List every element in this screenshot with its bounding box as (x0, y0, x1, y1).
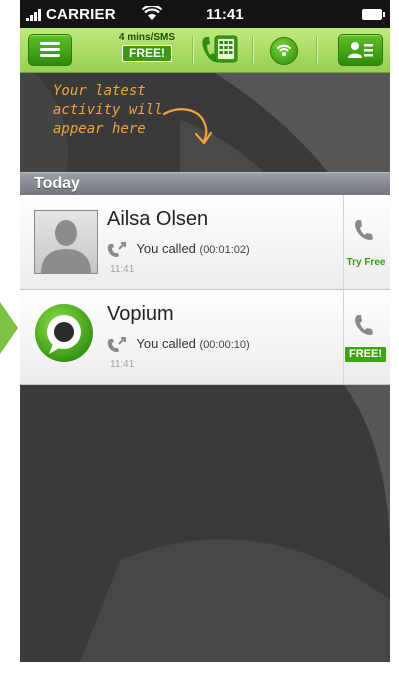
call-log-row[interactable]: Vopium You called (00:00:10) 11:41 FREE! (20, 290, 390, 385)
call-button[interactable] (352, 312, 378, 338)
promo-text: 4 mins/SMS (118, 32, 176, 43)
wifi-signal-icon (276, 44, 292, 56)
call-time: 11:41 (110, 359, 135, 370)
nav-divider (192, 36, 194, 64)
call-direction-text: You called (136, 241, 196, 256)
vopium-logo-icon (35, 304, 93, 362)
status-bar: CARRIER 11:41 (20, 0, 390, 28)
avatar (34, 210, 98, 274)
side-pointer-arrow (0, 302, 18, 354)
call-duration: (00:00:10) (199, 339, 250, 351)
section-header-today: Today (20, 172, 390, 197)
dialpad-button[interactable] (200, 32, 240, 68)
call-log-row[interactable]: Ailsa Olsen You called (00:01:02) 11:41 … (20, 195, 390, 290)
curved-arrow-icon (162, 108, 213, 145)
call-detail: You called (00:00:10) (107, 336, 250, 353)
section-title: Today (34, 175, 80, 192)
status-time: 11:41 (206, 6, 244, 23)
dialpad-icon (202, 35, 238, 63)
hint-line: Your latest (53, 83, 146, 99)
row-divider (343, 195, 344, 289)
hamburger-menu-icon (40, 42, 60, 58)
phone-icon (355, 315, 373, 335)
nav-divider (252, 36, 254, 64)
signal-strength-icon (26, 9, 44, 21)
person-placeholder-icon (41, 220, 91, 273)
call-direction-text: You called (136, 336, 196, 351)
free-call-badge[interactable]: FREE! (345, 347, 386, 362)
phone-icon (355, 220, 373, 240)
outgoing-call-icon (107, 241, 126, 257)
try-free-label[interactable]: Try Free (346, 257, 386, 268)
outgoing-call-icon (107, 336, 126, 352)
wifi-icon (142, 6, 162, 20)
promo-free-badge: FREE! (122, 45, 172, 62)
contacts-list-icon (348, 42, 373, 58)
call-time: 11:41 (110, 264, 135, 275)
nav-divider (316, 36, 318, 64)
call-duration: (00:01:02) (199, 244, 250, 256)
carrier-name: CARRIER (46, 6, 116, 23)
free-minutes-promo[interactable]: 4 mins/SMS FREE! (112, 32, 182, 62)
call-detail: You called (00:01:02) (107, 241, 250, 258)
wifi-calling-button[interactable] (270, 37, 298, 65)
phone-screen: CARRIER 11:41 4 mins/SMS FREE! Your late… (20, 0, 390, 662)
row-divider (343, 290, 344, 384)
menu-button[interactable] (28, 34, 72, 66)
call-button[interactable] (352, 217, 378, 243)
navigation-bar: 4 mins/SMS FREE! (20, 28, 390, 73)
contacts-button[interactable] (338, 34, 383, 66)
contact-name: Ailsa Olsen (107, 208, 209, 230)
battery-icon (362, 9, 385, 20)
contact-name: Vopium (107, 303, 174, 325)
